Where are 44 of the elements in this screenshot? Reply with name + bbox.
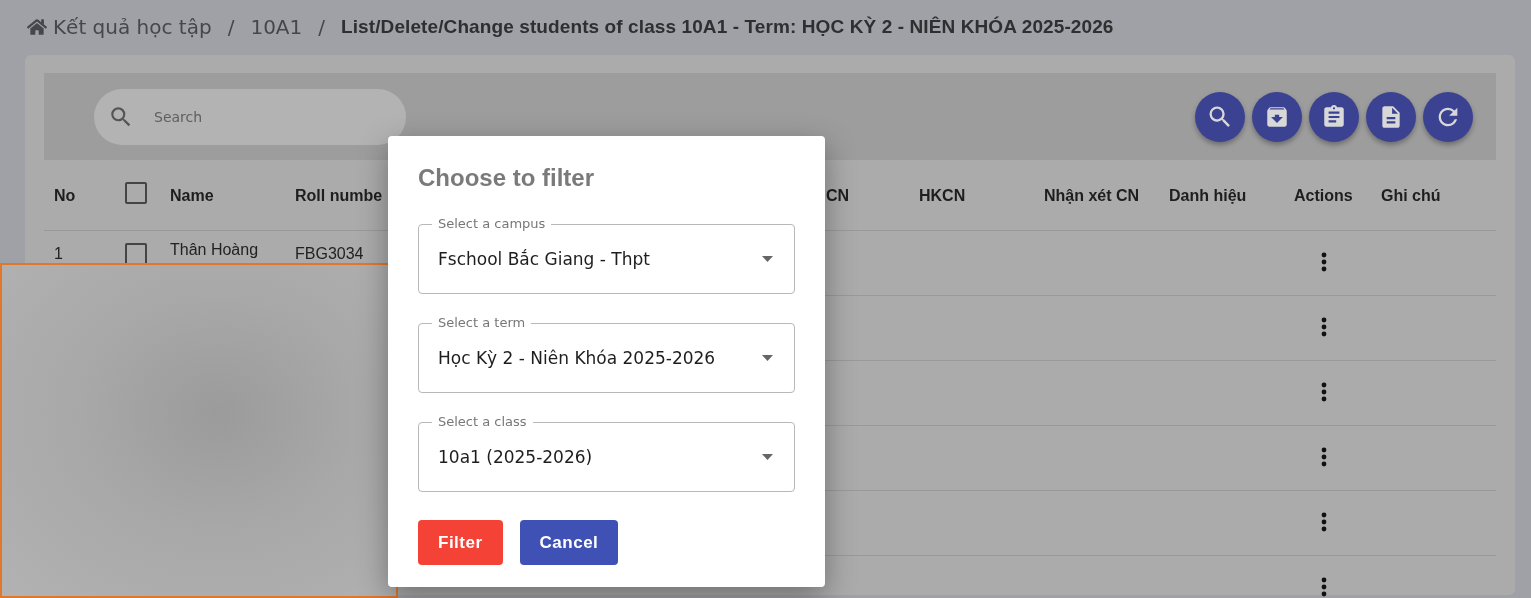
breadcrumb-separator: / (318, 15, 326, 39)
more-actions-button[interactable] (1321, 512, 1327, 532)
column-header: Roll numbe (295, 186, 383, 204)
more-actions-button[interactable] (1321, 382, 1327, 402)
select-all-checkbox[interactable] (125, 182, 147, 204)
column-header: Nhận xét CN (1044, 186, 1140, 204)
column-header: HKCN (919, 186, 966, 204)
column-header: Danh hiệu (1169, 186, 1247, 204)
breadcrumb-link[interactable]: 10A1 (250, 15, 303, 39)
more-actions-button[interactable] (1321, 447, 1327, 467)
vertical-dots-icon (1321, 252, 1327, 272)
more-actions-button[interactable] (1321, 577, 1327, 597)
dialog-title: Choose to filter (418, 164, 595, 192)
search-button[interactable] (1195, 91, 1245, 142)
more-actions-button[interactable] (1321, 317, 1327, 337)
vertical-dots-icon (1321, 317, 1327, 337)
filter-button[interactable]: Filter (418, 520, 503, 565)
column-header: CN (825, 186, 850, 204)
cancel-button[interactable]: Cancel (519, 520, 619, 565)
archive-button[interactable] (1252, 91, 1302, 142)
document-button[interactable] (1366, 91, 1416, 142)
column-header: Actions (1294, 186, 1353, 204)
vertical-dots-icon (1321, 512, 1327, 532)
breadcrumb-link[interactable]: Kết quả học tập (27, 15, 212, 39)
page-title: List/Delete/Change students of class 10A1 - Term: HỌC KỲ 2 - NIÊN KHÓA 2025-2026 (341, 16, 1114, 38)
dropdown-arrow-icon (762, 454, 773, 460)
dropdown-arrow-icon (762, 355, 773, 361)
column-header: Ghi chú (1381, 186, 1441, 204)
refresh-button[interactable] (1423, 91, 1473, 142)
column-header: No (54, 186, 76, 204)
vertical-dots-icon (1321, 382, 1327, 402)
column-header: Name (170, 186, 214, 204)
vertical-dots-icon (1321, 447, 1327, 467)
student-name: Thân Hoàng (170, 240, 260, 259)
clipboard-button[interactable] (1309, 91, 1359, 142)
search-field[interactable]: Search (152, 107, 356, 126)
dropdown-arrow-icon (762, 256, 773, 262)
breadcrumb-separator: / (227, 15, 235, 39)
vertical-dots-icon (1321, 577, 1327, 597)
home-icon (27, 17, 47, 37)
more-actions-button[interactable] (1321, 252, 1327, 272)
row-number: 1 (54, 244, 64, 263)
roll-number: FBG3034 (295, 244, 364, 263)
clipboard-icon (1321, 103, 1347, 130)
